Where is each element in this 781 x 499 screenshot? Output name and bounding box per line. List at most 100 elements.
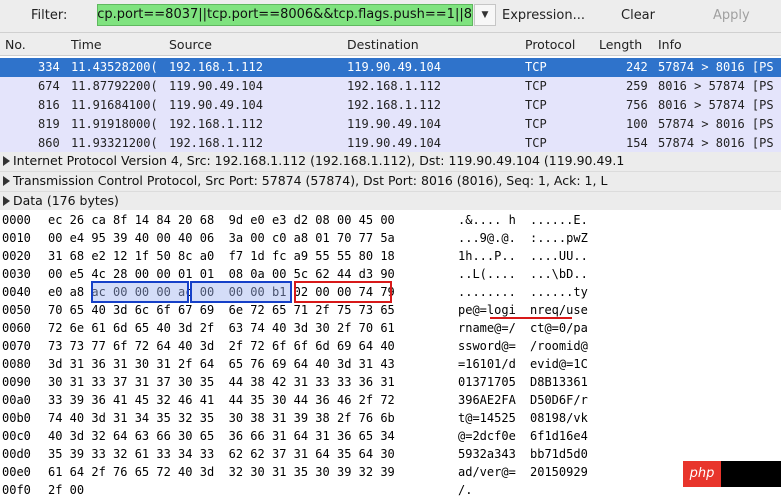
hex-bytes: 00 e5 4c 28 00 00 01 01 08 0a 00 5c 62 4…	[48, 267, 395, 281]
column-no[interactable]: No.	[5, 37, 26, 52]
detail-row-ip[interactable]: Internet Protocol Version 4, Src: 192.16…	[0, 152, 781, 172]
packet-info: 57874 > 8016 [PS	[658, 136, 774, 150]
expand-arrow-icon[interactable]	[3, 156, 10, 166]
packet-destination: 119.90.49.104	[347, 136, 441, 150]
column-source[interactable]: Source	[169, 37, 212, 52]
packet-row[interactable]: 334 11.43528200( 192.168.1.112 119.90.49…	[0, 58, 781, 77]
hex-offset: 0010	[2, 231, 31, 245]
packet-info: 8016 > 57874 [PS	[658, 79, 774, 93]
hex-bytes: 40 3d 32 64 63 66 30 65 36 66 31 64 31 3…	[48, 429, 395, 443]
packet-protocol: TCP	[525, 98, 547, 112]
hex-ascii: nreq/use	[530, 303, 588, 317]
hex-ascii: evid@=1C	[530, 357, 588, 371]
expression-button[interactable]: Expression...	[502, 8, 585, 23]
column-time[interactable]: Time	[71, 37, 102, 52]
hex-bytes: 00 e4 95 39 40 00 40 06 3a 00 c0 a8 01 7…	[48, 231, 395, 245]
hex-ascii: :....pwZ	[530, 231, 588, 245]
hex-bytes: 33 39 36 41 45 32 46 41 44 35 30 44 36 4…	[48, 393, 395, 407]
packet-source: 192.168.1.112	[169, 136, 263, 150]
packet-time: 11.91918000(	[71, 117, 158, 131]
hex-ascii: ..L(....	[458, 267, 516, 281]
clear-button[interactable]: Clear	[621, 8, 655, 23]
hex-offset: 00c0	[2, 429, 31, 443]
hex-offset: 0060	[2, 321, 31, 335]
hex-offset: 0040	[2, 285, 31, 299]
hex-offset: 0090	[2, 375, 31, 389]
packet-length: 154	[626, 136, 648, 150]
hex-row: 0060 72 6e 61 6d 65 40 3d 2f 63 74 40 3d …	[0, 318, 781, 337]
hex-offset: 0070	[2, 339, 31, 353]
hex-ascii: 01371705	[458, 375, 516, 389]
hex-bytes: 61 64 2f 76 65 72 40 3d 32 30 31 35 30 3…	[48, 465, 395, 479]
filter-label: Filter:	[31, 8, 68, 23]
packet-length: 259	[626, 79, 648, 93]
hex-bytes: 2f 00	[48, 483, 85, 497]
hex-ascii: 08198/vk	[530, 411, 588, 425]
packet-list-header: No. Time Source Destination Protocol Len…	[0, 33, 781, 56]
hex-bytes: 3d 31 36 31 30 31 2f 64 65 76 69 64 40 3…	[48, 357, 395, 371]
packet-length: 756	[626, 98, 648, 112]
hex-ascii: bb71d5d0	[530, 447, 588, 461]
hex-dump-pane[interactable]: 0000 ec 26 ca 8f 14 84 20 68 9d e0 e3 d2 …	[0, 210, 781, 497]
hex-row: 00c0 40 3d 32 64 63 66 30 65 36 66 31 64 …	[0, 426, 781, 445]
packet-time: 11.43528200(	[71, 60, 158, 74]
packet-source: 119.90.49.104	[169, 79, 263, 93]
hex-ascii: ct@=0/pa	[530, 321, 588, 335]
display-filter-input[interactable]: 8||tcp.port==8037||tcp.port==8006&&tcp.f…	[97, 4, 473, 26]
packet-source: 192.168.1.112	[169, 117, 263, 131]
highlight-box-red	[294, 281, 392, 303]
hex-ascii: ...9@.@.	[458, 231, 516, 245]
apply-button[interactable]: Apply	[713, 8, 750, 23]
hex-ascii: ....UU..	[530, 249, 588, 263]
packet-info: 57874 > 8016 [PS	[658, 117, 774, 131]
packet-no: 819	[38, 117, 60, 131]
filter-text: 8||tcp.port==8037||tcp.port==8006&&tcp.f…	[97, 7, 472, 22]
column-destination[interactable]: Destination	[347, 37, 419, 52]
expand-arrow-icon[interactable]	[3, 196, 10, 206]
hex-offset: 0020	[2, 249, 31, 263]
hex-ascii: D50D6F/r	[530, 393, 588, 407]
watermark-bar	[721, 461, 781, 487]
hex-ascii: 6f1d16e4	[530, 429, 588, 443]
detail-text: Transmission Control Protocol, Src Port:…	[13, 173, 608, 188]
detail-row-data[interactable]: Data (176 bytes)	[0, 192, 781, 212]
hex-bytes: 31 68 e2 12 1f 50 8c a0 f7 1d fc a9 55 5…	[48, 249, 395, 263]
hex-offset: 00a0	[2, 393, 31, 407]
packet-info: 8016 > 57874 [PS	[658, 98, 774, 112]
column-length[interactable]: Length	[599, 37, 642, 52]
packet-length: 242	[626, 60, 648, 74]
packet-row[interactable]: 816 11.91684100( 119.90.49.104 192.168.1…	[0, 96, 781, 115]
hex-bytes: 30 31 33 37 31 37 30 35 44 38 42 31 33 3…	[48, 375, 395, 389]
packet-protocol: TCP	[525, 136, 547, 150]
hex-offset: 00f0	[2, 483, 31, 497]
packet-protocol: TCP	[525, 60, 547, 74]
packet-info: 57874 > 8016 [PS	[658, 60, 774, 74]
hex-bytes: 70 65 40 3d 6c 6f 67 69 6e 72 65 71 2f 7…	[48, 303, 395, 317]
packet-destination: 119.90.49.104	[347, 60, 441, 74]
filter-dropdown-button[interactable]: ▼	[474, 4, 496, 26]
highlight-box-blue	[190, 281, 292, 303]
hex-ascii: pe@=logi	[458, 303, 516, 317]
hex-row: 0000 ec 26 ca 8f 14 84 20 68 9d e0 e3 d2 …	[0, 210, 781, 229]
detail-row-tcp[interactable]: Transmission Control Protocol, Src Port:…	[0, 172, 781, 192]
packet-row[interactable]: 674 11.87792200( 119.90.49.104 192.168.1…	[0, 77, 781, 96]
hex-row: 0020 31 68 e2 12 1f 50 8c a0 f7 1d fc a9 …	[0, 246, 781, 265]
column-protocol[interactable]: Protocol	[525, 37, 575, 52]
hex-row: 0010 00 e4 95 39 40 00 40 06 3a 00 c0 a8 …	[0, 228, 781, 247]
hex-offset: 0050	[2, 303, 31, 317]
packet-row[interactable]: 819 11.91918000( 192.168.1.112 119.90.49…	[0, 115, 781, 134]
hex-ascii: ........	[458, 285, 516, 299]
hex-ascii: t@=14525	[458, 411, 516, 425]
column-info[interactable]: Info	[658, 37, 682, 52]
hex-ascii: ......ty	[530, 285, 588, 299]
hex-ascii: ssword@=	[458, 339, 516, 353]
packet-list: 334 11.43528200( 192.168.1.112 119.90.49…	[0, 58, 781, 153]
hex-offset: 00e0	[2, 465, 31, 479]
hex-ascii: ad/ver@=	[458, 465, 516, 479]
hex-ascii: 20150929	[530, 465, 588, 479]
detail-text: Internet Protocol Version 4, Src: 192.16…	[13, 153, 625, 168]
hex-bytes: 35 39 33 32 61 33 34 33 62 62 37 31 64 3…	[48, 447, 395, 461]
packet-row[interactable]: 860 11.93321200( 192.168.1.112 119.90.49…	[0, 134, 781, 153]
expand-arrow-icon[interactable]	[3, 176, 10, 186]
watermark-logo: php	[683, 461, 781, 487]
